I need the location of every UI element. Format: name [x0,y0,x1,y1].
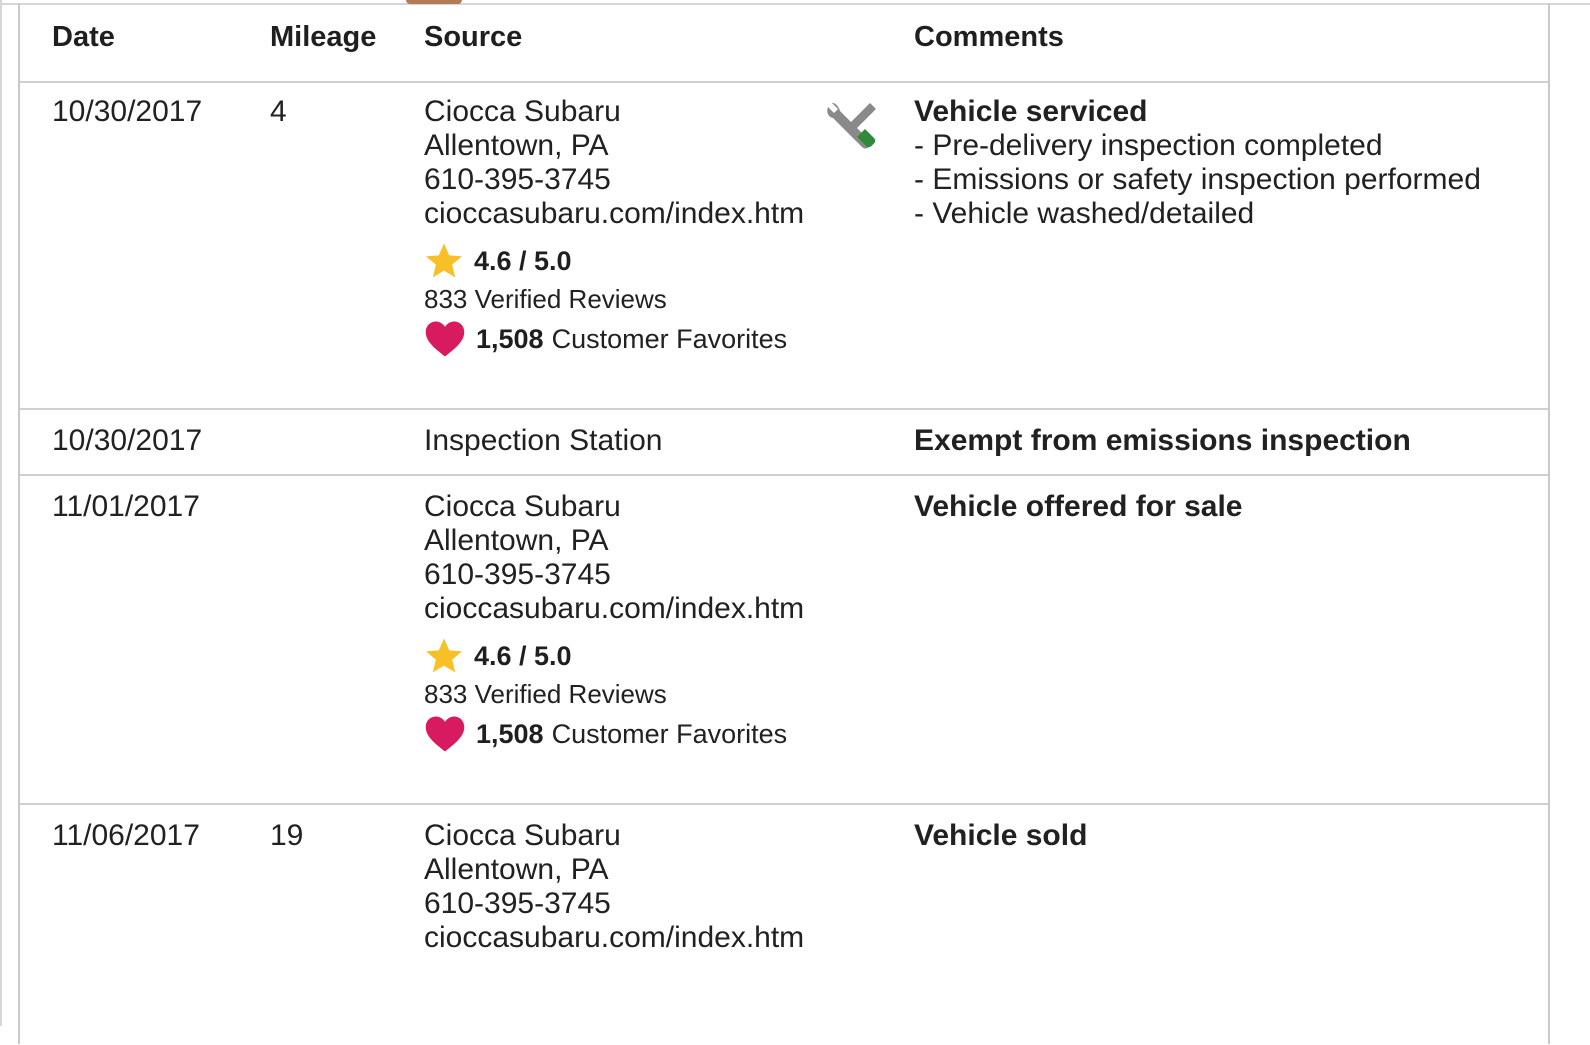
header-source: Source [424,21,523,53]
rating-value: 4.6 / 5.0 [474,641,572,671]
favorites-count: 1,508 [476,719,544,749]
table-header-row: Date Mileage Source Comments [20,4,1548,83]
source-phone[interactable]: 610-395-3745 [424,163,814,197]
source-name: Ciocca Subaru [424,819,621,852]
row-source: Ciocca Subaru Allentown, PA 610-395-3745… [424,490,814,754]
row-date: 11/06/2017 [52,819,200,852]
star-icon [426,638,462,673]
source-name: Ciocca Subaru [424,95,621,128]
favorites-count: 1,508 [476,324,544,354]
row-mileage: 4 [270,95,287,128]
row-mileage: 19 [270,819,304,852]
source-location: Allentown, PA [424,129,609,162]
verified-reviews-link[interactable]: 833 Verified Reviews [424,281,814,317]
table-row: 11/01/2017 Ciocca Subaru Allentown, PA 6… [20,476,1548,805]
row-date: 11/01/2017 [52,490,200,523]
row-comments: Vehicle serviced - Pre-delivery inspecti… [914,95,1534,231]
table-row: 11/06/2017 19 Ciocca Subaru Allentown, P… [20,805,1548,1045]
row-comments: Vehicle sold [914,819,1534,853]
customer-favorites[interactable]: 1,508 Customer Favorites [424,319,814,359]
header-date: Date [52,21,115,53]
row-date: 10/30/2017 [52,424,203,457]
comment-title: Vehicle sold [914,819,1088,852]
row-source: Ciocca Subaru Allentown, PA 610-395-3745… [424,819,814,955]
heart-icon [425,716,465,752]
customer-favorites[interactable]: 1,508 Customer Favorites [424,714,814,754]
row-comments: Vehicle offered for sale [914,490,1534,524]
star-icon [426,243,462,278]
row-source: Ciocca Subaru Allentown, PA 610-395-3745… [424,95,814,359]
favorites-label: Customer Favorites [551,324,788,354]
row-source: Inspection Station [424,424,814,458]
rating-value: 4.6 / 5.0 [474,246,572,276]
table-row: 10/30/2017 Inspection Station Exempt fro… [20,410,1548,476]
source-website-link[interactable]: cioccasubaru.com/index.htm [424,197,814,231]
source-phone[interactable]: 610-395-3745 [424,558,814,592]
row-comments: Exempt from emissions inspection [914,424,1534,458]
source-phone[interactable]: 610-395-3745 [424,887,814,921]
heart-icon [425,321,465,357]
source-location: Allentown, PA [424,853,609,886]
page-left-border [0,0,2,1026]
comment-title: Exempt from emissions inspection [914,424,1411,457]
favorites-label: Customer Favorites [551,719,788,749]
vehicle-history-table: Date Mileage Source Comments 10/30/2017 … [18,4,1550,1044]
source-website-link[interactable]: cioccasubaru.com/index.htm [424,921,814,955]
comment-title: Vehicle offered for sale [914,490,1243,523]
source-name: Inspection Station [424,424,663,457]
wrench-screwdriver-icon [827,102,876,149]
header-comments: Comments [914,21,1064,53]
table-row: 10/30/2017 4 Ciocca Subaru Allentown, PA… [20,81,1548,410]
source-website-link[interactable]: cioccasubaru.com/index.htm [424,592,814,626]
comment-item: - Vehicle washed/detailed [914,197,1255,230]
comment-title: Vehicle serviced [914,95,1148,128]
dealer-rating[interactable]: 4.6 / 5.0 [424,636,814,676]
verified-reviews-link[interactable]: 833 Verified Reviews [424,676,814,712]
comment-item: - Emissions or safety inspection perform… [914,163,1481,196]
source-name: Ciocca Subaru [424,490,621,523]
source-location: Allentown, PA [424,524,609,557]
dealer-rating[interactable]: 4.6 / 5.0 [424,241,814,281]
header-mileage: Mileage [270,21,377,53]
comment-item: - Pre-delivery inspection completed [914,129,1383,162]
row-date: 10/30/2017 [52,95,203,128]
